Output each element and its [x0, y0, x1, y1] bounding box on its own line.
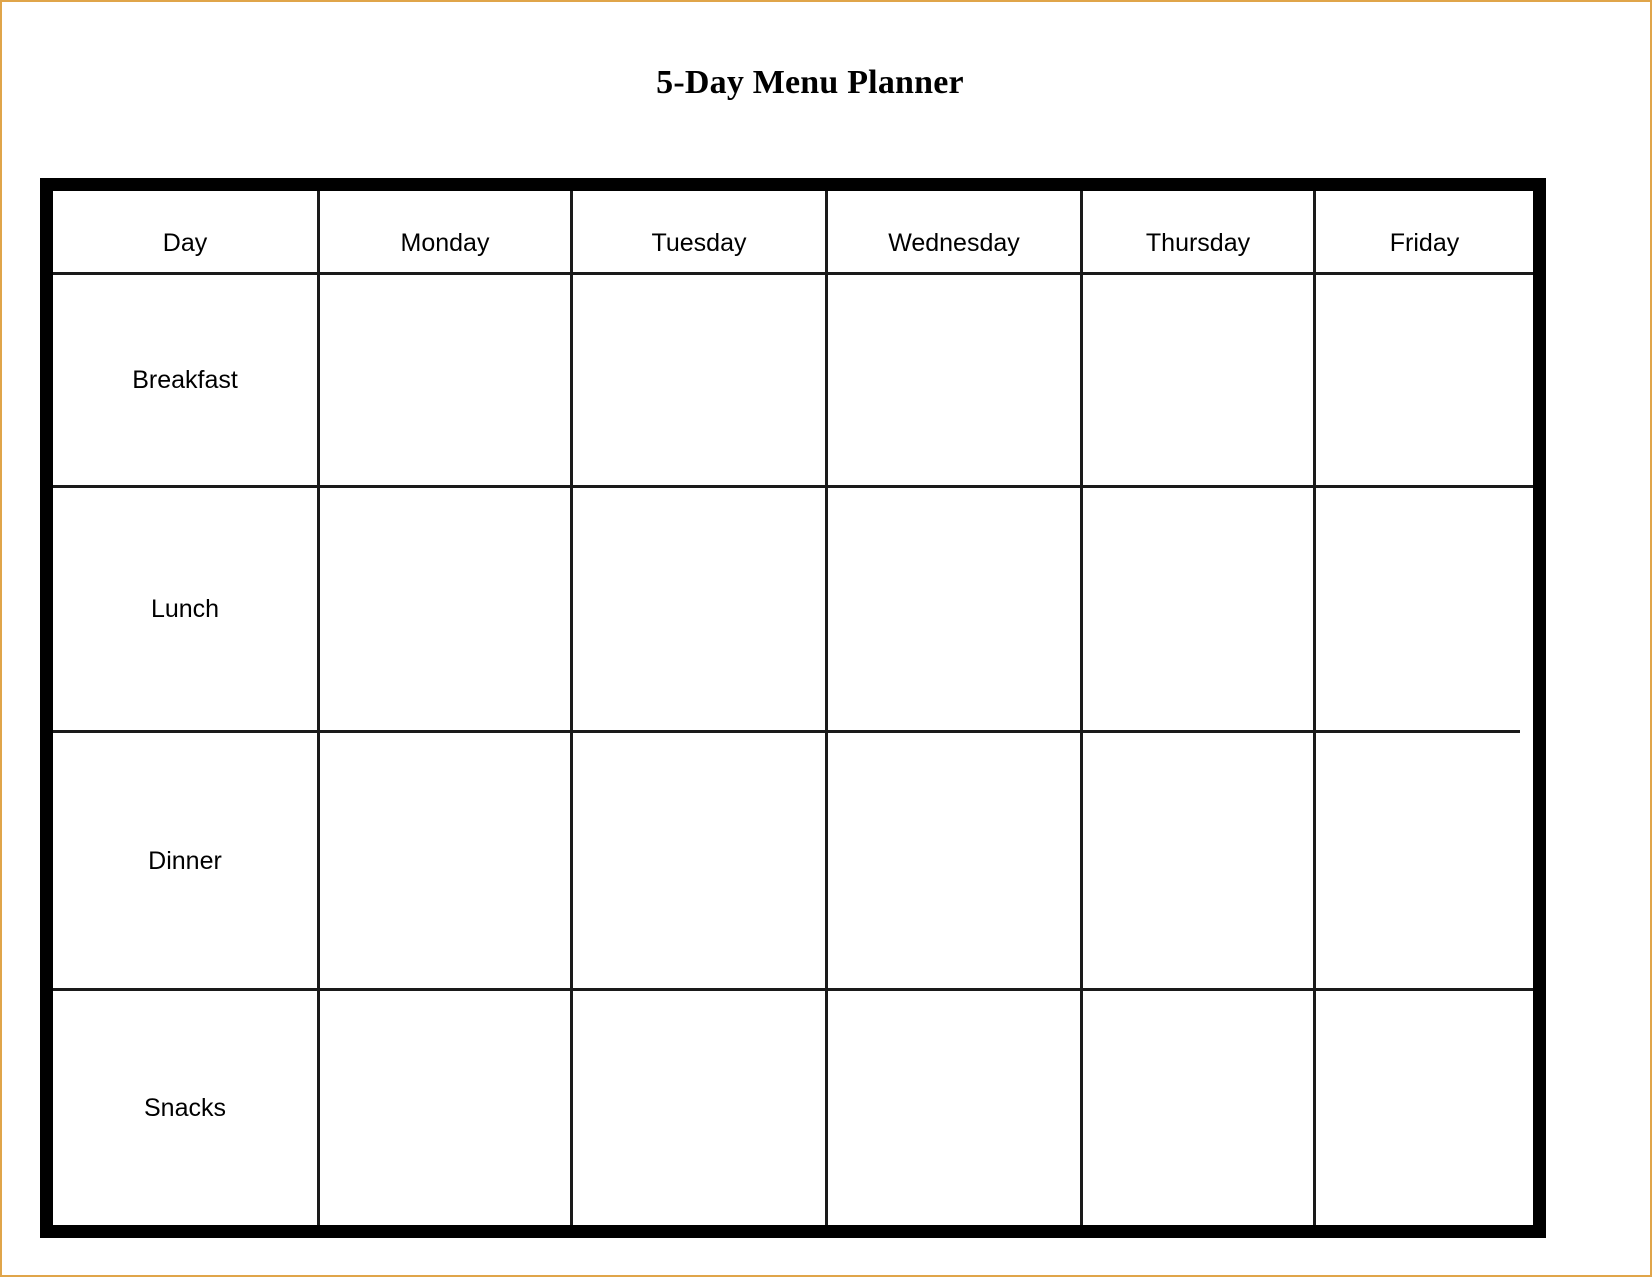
- row-label-snacks: Snacks: [53, 991, 317, 1225]
- header-cell-wednesday: Wednesday: [828, 191, 1080, 272]
- cell-dinner-monday[interactable]: [320, 733, 570, 988]
- cell-lunch-friday[interactable]: [1316, 488, 1533, 730]
- cell-breakfast-tuesday[interactable]: [573, 275, 825, 485]
- cell-snacks-tuesday[interactable]: [573, 991, 825, 1225]
- cell-breakfast-monday[interactable]: [320, 275, 570, 485]
- cell-breakfast-friday[interactable]: [1316, 275, 1533, 485]
- cell-dinner-thursday[interactable]: [1083, 733, 1313, 988]
- cell-snacks-wednesday[interactable]: [828, 991, 1080, 1225]
- menu-planner-table: Day Monday Tuesday Wednesday Thursday Fr…: [40, 178, 1546, 1238]
- cell-breakfast-wednesday[interactable]: [828, 275, 1080, 485]
- header-label-thursday: Thursday: [1145, 229, 1251, 257]
- header-cell-monday: Monday: [320, 191, 570, 272]
- header-label-monday: Monday: [400, 229, 490, 257]
- cell-breakfast-thursday[interactable]: [1083, 275, 1313, 485]
- cell-lunch-wednesday[interactable]: [828, 488, 1080, 730]
- cell-dinner-friday[interactable]: [1316, 733, 1533, 988]
- header-label-friday: Friday: [1389, 229, 1460, 257]
- header-label-day: Day: [162, 229, 208, 257]
- row-label-text-lunch: Lunch: [150, 595, 220, 623]
- header-label-tuesday: Tuesday: [651, 229, 747, 257]
- cell-snacks-friday[interactable]: [1316, 991, 1533, 1225]
- page-border-top: [0, 0, 1652, 2]
- cell-snacks-thursday[interactable]: [1083, 991, 1313, 1225]
- cell-lunch-monday[interactable]: [320, 488, 570, 730]
- header-cell-tuesday: Tuesday: [573, 191, 825, 272]
- header-cell-day: Day: [53, 191, 317, 272]
- cell-lunch-thursday[interactable]: [1083, 488, 1313, 730]
- row-label-text-breakfast: Breakfast: [132, 366, 238, 394]
- row-label-dinner: Dinner: [53, 733, 317, 988]
- cell-dinner-tuesday[interactable]: [573, 733, 825, 988]
- header-label-wednesday: Wednesday: [888, 229, 1020, 257]
- page-border-left: [0, 0, 2, 1277]
- page-title: 5-Day Menu Planner: [656, 64, 964, 101]
- cell-lunch-tuesday[interactable]: [573, 488, 825, 730]
- page-sheet: 5-Day Menu Planner Day Monday Tuesday We…: [0, 0, 1652, 1277]
- cell-dinner-wednesday[interactable]: [828, 733, 1080, 988]
- row-label-text-dinner: Dinner: [148, 846, 222, 875]
- row-label-breakfast: Breakfast: [53, 275, 317, 485]
- header-cell-thursday: Thursday: [1083, 191, 1313, 272]
- header-cell-friday: Friday: [1316, 191, 1533, 272]
- planner-grid: Day Monday Tuesday Wednesday Thursday Fr…: [53, 191, 1533, 1225]
- row-label-lunch: Lunch: [53, 488, 317, 730]
- cell-snacks-monday[interactable]: [320, 991, 570, 1225]
- row-label-text-snacks: Snacks: [144, 1094, 226, 1122]
